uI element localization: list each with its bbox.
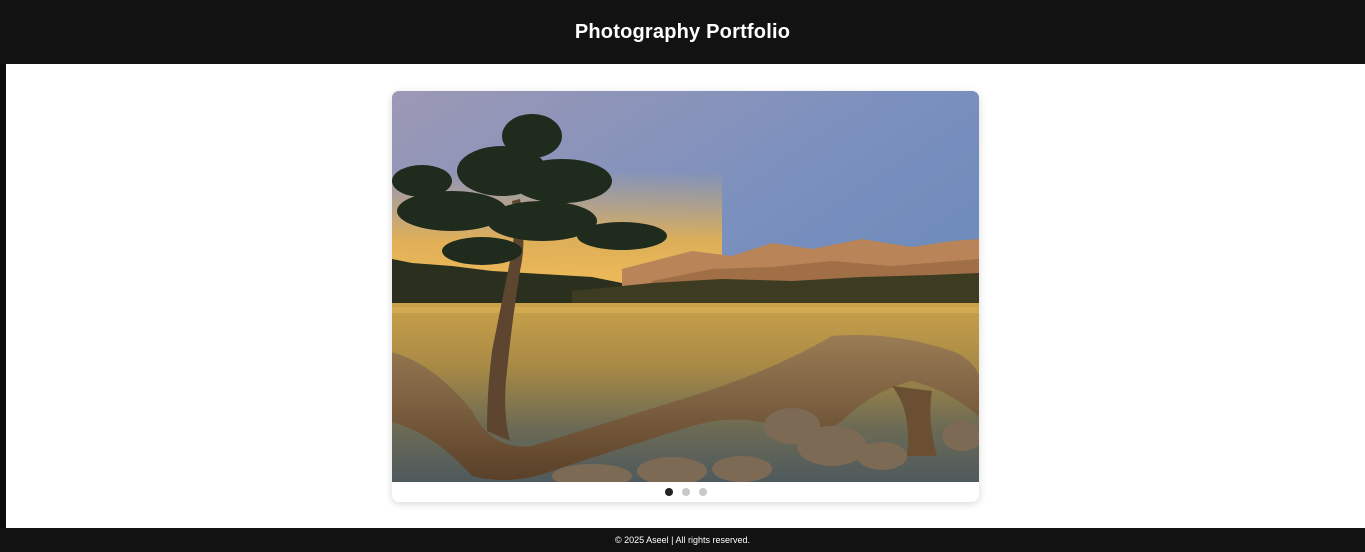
slider-dot-1[interactable] xyxy=(664,488,673,496)
slider-dot-3[interactable] xyxy=(698,488,707,496)
slider-dot-2[interactable] xyxy=(681,488,690,496)
copyright-text: © 2025 Aseel | All rights reserved. xyxy=(614,535,751,545)
slider-dots xyxy=(392,482,979,502)
site-footer: © 2025 Aseel | All rights reserved. xyxy=(0,528,1365,552)
window-edge xyxy=(0,0,6,552)
slide-image[interactable] xyxy=(392,91,979,482)
page-title: Photography Portfolio xyxy=(574,20,791,43)
photo-slider xyxy=(392,91,979,502)
site-header: Photography Portfolio xyxy=(0,0,1365,64)
